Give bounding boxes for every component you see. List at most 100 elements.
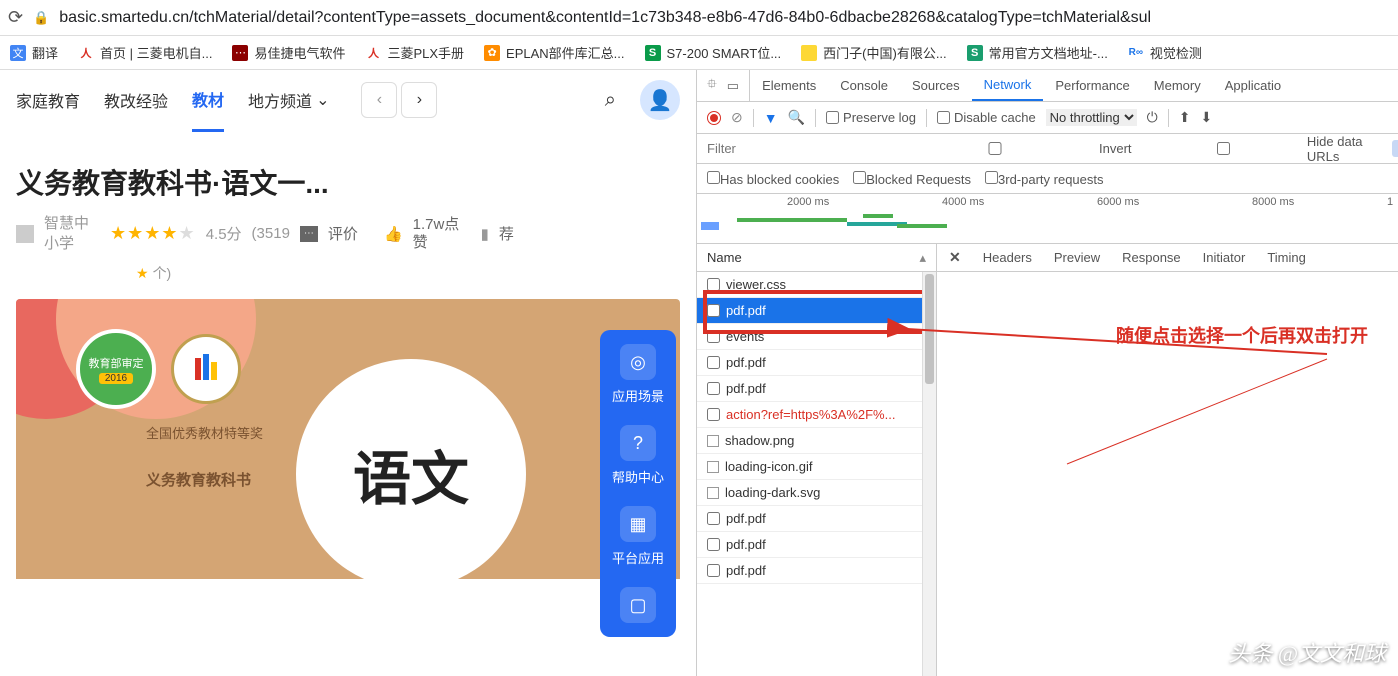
clear-icon[interactable]: ⊘ — [731, 109, 743, 126]
invert-checkbox[interactable]: Invert — [895, 141, 1132, 156]
dtab-initiator[interactable]: Initiator — [1203, 250, 1246, 265]
bookmark-label: 翻译 — [32, 43, 58, 62]
browser-url-bar: ⟳ 🔒 basic.smartedu.cn/tchMaterial/detail… — [0, 0, 1398, 36]
type-all[interactable]: All — [1392, 140, 1398, 157]
tab-console[interactable]: Console — [828, 70, 900, 101]
bookmark-label: EPLAN部件库汇总... — [506, 43, 624, 62]
more-icon: ▢ — [620, 587, 656, 623]
page-title: 义务教育教科书·语文一... — [16, 162, 680, 202]
tab-elements[interactable]: Elements — [750, 70, 828, 101]
bookmark-item[interactable]: 人三菱PLX手册 — [365, 43, 464, 62]
org-name: 智慧中小学 — [44, 214, 100, 253]
bookmark-item[interactable]: 西门子(中国)有限公... — [801, 43, 947, 62]
comment-label[interactable]: 评价 — [328, 223, 358, 244]
upload-icon[interactable]: ⬆ — [1179, 109, 1191, 126]
search-icon[interactable]: 🔍 — [788, 109, 805, 126]
filter-input[interactable] — [707, 141, 883, 156]
bookmark-item[interactable]: ✿EPLAN部件库汇总... — [484, 43, 624, 62]
bookmark-item[interactable]: 人首页 | 三菱电机自... — [78, 43, 212, 62]
nav-item-active[interactable]: 教材 — [192, 87, 224, 132]
request-row[interactable]: pdf.pdf — [697, 532, 936, 558]
lock-icon[interactable]: 🔒 — [33, 10, 49, 26]
request-detail: ✕ Headers Preview Response Initiator Tim… — [937, 244, 1398, 676]
tab-application[interactable]: Applicatio — [1213, 70, 1293, 101]
request-row[interactable]: loading-icon.gif — [697, 454, 936, 480]
side-app-scene[interactable]: ◎应用场景 — [612, 344, 664, 405]
network-timeline[interactable]: 2000 ms 4000 ms 6000 ms 8000 ms 1 — [697, 194, 1398, 244]
disable-cache-checkbox[interactable]: Disable cache — [937, 110, 1036, 125]
hide-data-urls-checkbox[interactable]: Hide data URLs — [1144, 134, 1381, 164]
request-row[interactable]: action?ref=https%3A%2F%... — [697, 402, 936, 428]
wifi-icon[interactable]: ⏻ — [1147, 109, 1158, 126]
request-row[interactable]: loading-dark.svg — [697, 480, 936, 506]
page-content: 家庭教育 教改经验 教材 地方频道⌄ ‹ › ⌕ 👤 义务教育教科书·语文一..… — [0, 70, 696, 676]
like-count: 1.7w点赞 — [413, 216, 463, 252]
chevron-down-icon: ⌄ — [316, 90, 329, 110]
device-icon[interactable]: ▭ — [727, 78, 739, 94]
side-platform[interactable]: ▦平台应用 — [612, 506, 664, 567]
avatar[interactable]: 👤 — [640, 80, 680, 120]
bookmark-label: 首页 | 三菱电机自... — [100, 43, 212, 62]
request-row[interactable]: pdf.pdf — [697, 506, 936, 532]
award-badge — [171, 334, 241, 404]
blocked-cookies-checkbox[interactable]: Has blocked cookies — [707, 171, 839, 187]
download-icon[interactable]: ⬇ — [1200, 109, 1212, 126]
throttling-select[interactable]: No throttling — [1046, 109, 1137, 126]
nav-item[interactable]: 地方频道⌄ — [248, 88, 329, 112]
url-text[interactable]: basic.smartedu.cn/tchMaterial/detail?con… — [59, 9, 1151, 27]
bookmark-item[interactable]: S常用官方文档地址-... — [967, 43, 1108, 62]
float-sidebar: ◎应用场景 ?帮助中心 ▦平台应用 ▢ — [600, 330, 676, 637]
reload-icon[interactable]: ⟳ — [8, 7, 23, 28]
next-button[interactable]: › — [401, 82, 437, 118]
request-list-header[interactable]: Name ▴ — [697, 244, 936, 272]
dtab-preview[interactable]: Preview — [1054, 250, 1100, 265]
nav-item[interactable]: 教改经验 — [104, 88, 168, 112]
side-more[interactable]: ▢ — [620, 587, 656, 623]
dtab-timing[interactable]: Timing — [1267, 250, 1306, 265]
request-row[interactable]: pdf.pdf — [697, 376, 936, 402]
bookmark-item[interactable]: ⋯易佳捷电气软件 — [232, 43, 345, 62]
filter-icon[interactable]: ▼ — [764, 110, 778, 126]
thumb-up-icon[interactable]: 👍 — [384, 225, 403, 243]
blocked-requests-checkbox[interactable]: Blocked Requests — [853, 171, 971, 187]
preserve-log-checkbox[interactable]: Preserve log — [826, 110, 916, 125]
request-row[interactable]: pdf.pdf — [697, 350, 936, 376]
nav-arrows: ‹ › — [361, 82, 437, 118]
dtab-headers[interactable]: Headers — [983, 250, 1032, 265]
bookmark-item[interactable]: R∞视觉检测 — [1128, 43, 1202, 62]
side-help[interactable]: ?帮助中心 — [612, 425, 664, 486]
devtools: ⯐ ▭ Elements Console Sources Network Per… — [696, 70, 1398, 676]
tab-sources[interactable]: Sources — [900, 70, 972, 101]
request-row[interactable]: events — [697, 324, 936, 350]
prev-button[interactable]: ‹ — [361, 82, 397, 118]
tab-memory[interactable]: Memory — [1142, 70, 1213, 101]
network-filter-row2: Has blocked cookies Blocked Requests 3rd… — [697, 164, 1398, 194]
bookmark-label: 常用官方文档地址-... — [989, 43, 1108, 62]
inspect-icon[interactable]: ⯐ — [707, 75, 717, 97]
close-icon[interactable]: ✕ — [949, 249, 961, 266]
bookmarks-bar: 文翻译 人首页 | 三菱电机自... ⋯易佳捷电气软件 人三菱PLX手册 ✿EP… — [0, 36, 1398, 70]
apps-icon: ▦ — [620, 506, 656, 542]
request-row[interactable]: pdf.pdf — [697, 298, 936, 324]
scene-icon: ◎ — [620, 344, 656, 380]
bookmark-item[interactable]: SS7-200 SMART位... — [645, 43, 782, 62]
book-cover: 教育部审定 2016 全国优秀教材特等奖 义务教育教科书 语文 — [16, 299, 680, 579]
help-icon: ? — [620, 425, 656, 461]
dtab-response[interactable]: Response — [1122, 250, 1181, 265]
request-row[interactable]: viewer.css — [697, 272, 936, 298]
network-filter-row: Invert Hide data URLs All Fetch/XHR JS C… — [697, 134, 1398, 164]
request-row[interactable]: pdf.pdf — [697, 558, 936, 584]
nav-item[interactable]: 家庭教育 — [16, 88, 80, 112]
record-icon[interactable] — [707, 111, 721, 125]
bookmark-item[interactable]: 文翻译 — [10, 43, 58, 62]
scrollbar[interactable] — [922, 272, 936, 676]
tab-performance[interactable]: Performance — [1043, 70, 1141, 101]
bookmark-icon[interactable]: ▮ — [481, 225, 489, 243]
tab-network[interactable]: Network — [972, 70, 1044, 101]
search-icon[interactable]: ⌕ — [605, 89, 616, 112]
rec-label: 荐 — [499, 223, 514, 244]
page-nav: 家庭教育 教改经验 教材 地方频道⌄ ‹ › ⌕ 👤 — [0, 70, 696, 130]
comment-icon[interactable]: ⋯ — [300, 226, 318, 242]
request-row[interactable]: shadow.png — [697, 428, 936, 454]
thirdparty-checkbox[interactable]: 3rd-party requests — [985, 171, 1104, 187]
